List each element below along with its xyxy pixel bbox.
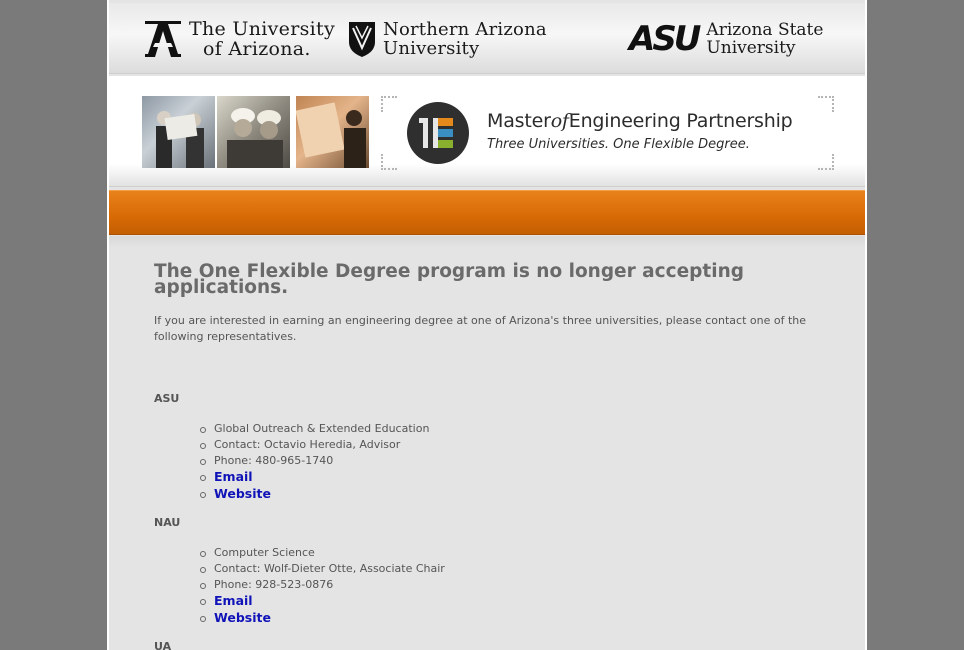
list-item: Computer Science	[200, 545, 445, 561]
list-item: Email	[199, 469, 429, 486]
list-item: Global Outreach & Extended Education	[199, 422, 430, 435]
engineers-photo-3	[296, 96, 369, 168]
asu-website-link[interactable]: Website	[214, 486, 271, 501]
main-content: The One Flexible Degree program is no lo…	[109, 236, 865, 650]
nau-website-link[interactable]: Website	[214, 610, 271, 625]
one-e-logo-icon	[407, 102, 469, 164]
nau-line1: Northern Arizona	[383, 19, 547, 40]
frame-corner-top-left	[381, 96, 397, 112]
title-engineering-partnership: Engineering Partnership	[568, 110, 793, 132]
list-item: Website	[200, 610, 445, 627]
asu-mark: ASU	[629, 19, 701, 59]
frame-corner-top-right	[818, 96, 834, 112]
nau-contact-list: Computer Science Contact: Wolf-Dieter Ot…	[200, 545, 445, 627]
asu-section-label: ASU	[154, 392, 180, 405]
list-item: Contact: Wolf-Dieter Otte, Associate Cha…	[200, 562, 445, 575]
nau-shield-icon	[349, 22, 375, 57]
nau-email-link[interactable]: Email	[214, 593, 253, 608]
ua-line2: of Arizona.	[203, 38, 311, 60]
list-item: Contact: Octavio Heredia, Advisor	[199, 437, 429, 453]
page-headline: The One Flexible Degree program is no lo…	[154, 261, 744, 298]
page-container: The University of Arizona. Northern Ariz…	[107, 0, 867, 650]
engineers-photo-1	[142, 96, 215, 168]
program-title: MasterofEngineering Partnership	[487, 110, 793, 132]
orange-navigation-bar	[109, 190, 865, 235]
nau-line2: University	[383, 38, 480, 59]
ua-line1: The University	[189, 18, 335, 40]
title-master: Master	[487, 110, 551, 132]
asu-wordmark: Arizona State University	[706, 21, 823, 57]
asu-contact-list: Global Outreach & Extended Education Con…	[199, 421, 430, 503]
list-item: Phone: 480-965-1740	[199, 453, 429, 469]
ua-logo[interactable]: The University of Arizona.	[143, 17, 335, 61]
asu-logo[interactable]: ASU Arizona State University	[629, 17, 823, 61]
list-item: Email	[200, 593, 445, 610]
university-logos-header: The University of Arizona. Northern Ariz…	[109, 3, 865, 74]
list-item: Website	[199, 486, 429, 503]
program-banner: MasterofEngineering Partnership Three Un…	[109, 76, 865, 187]
engineers-photo-2	[217, 96, 290, 168]
asu-email-link[interactable]: Email	[214, 469, 253, 484]
intro-paragraph: If you are interested in earning an engi…	[154, 314, 807, 343]
frame-corner-bottom-left	[381, 154, 397, 170]
asu-line1: Arizona State	[706, 20, 824, 40]
ua-wordmark: The University of Arizona.	[189, 19, 335, 59]
title-of: of	[550, 110, 569, 132]
asu-line2: University	[706, 38, 796, 58]
nau-wordmark: Northern Arizona University	[383, 20, 547, 58]
nau-logo[interactable]: Northern Arizona University	[347, 17, 547, 61]
frame-corner-bottom-right	[818, 154, 834, 170]
ua-section-label: UA	[154, 640, 172, 650]
program-tagline: Three Universities. One Flexible Degree.	[487, 137, 750, 152]
list-item: Phone: 928-523-0876	[200, 577, 445, 593]
nau-section-label: NAU	[154, 516, 181, 529]
ua-a-mark-icon	[145, 21, 181, 57]
